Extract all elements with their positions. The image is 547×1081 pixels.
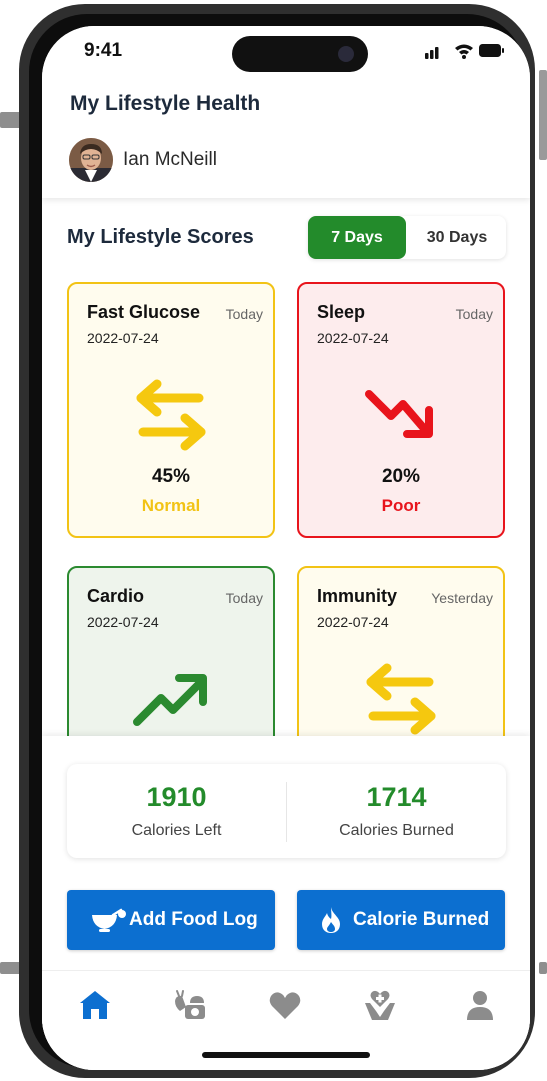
- card-status: Normal: [141, 496, 201, 515]
- card-status: Poor: [381, 496, 421, 515]
- food-bowl-icon: [92, 908, 126, 932]
- section-title: My Lifestyle Scores: [67, 226, 254, 248]
- status-time: 9:41: [84, 40, 123, 61]
- card-title: Fast Glucose: [87, 302, 201, 322]
- health-hands-icon[interactable]: [362, 987, 398, 1023]
- score-card-fast-glucose[interactable]: Fast Glucose Today 2022-07-24 45% Normal: [67, 282, 275, 538]
- card-date: 2022-07-24: [87, 614, 159, 630]
- power-button: [539, 70, 547, 160]
- calorie-burned-label: Calorie Burned: [353, 909, 490, 930]
- page-title: My Lifestyle Health: [70, 92, 261, 115]
- range-toggle: 7 Days 30 Days: [308, 216, 506, 259]
- card-when: Today: [455, 306, 493, 322]
- card-when: Yesterday: [431, 590, 493, 606]
- calories-burned-label: Calories Burned: [339, 822, 454, 839]
- status-icons: [425, 44, 504, 59]
- calories-summary: 1910 Calories Left 1714 Calories Burned: [67, 764, 506, 858]
- card-when: Today: [225, 306, 263, 322]
- add-food-log-label: Add Food Log: [129, 909, 258, 930]
- range-30-days-button[interactable]: 30 Days: [408, 216, 506, 259]
- profile-icon[interactable]: [462, 987, 498, 1023]
- calories-burned-value: 1714: [366, 782, 427, 812]
- add-food-log-button[interactable]: Add Food Log: [67, 890, 275, 950]
- side-button-lower-right: [539, 962, 547, 974]
- battery-icon: [479, 44, 504, 57]
- signal-icon: [425, 47, 439, 59]
- card-date: 2022-07-24: [317, 330, 389, 346]
- calorie-burned-button[interactable]: Calorie Burned: [297, 890, 505, 950]
- card-when: Today: [225, 590, 263, 606]
- score-card-immunity[interactable]: Immunity Yesterday 2022-07-24: [297, 566, 505, 736]
- avatar-photo-icon: [69, 138, 113, 182]
- score-card-cardio[interactable]: Cardio Today 2022-07-24: [67, 566, 275, 736]
- card-title: Immunity: [317, 586, 398, 606]
- wifi-icon: [455, 44, 473, 59]
- calories-burned: 1714 Calories Burned: [287, 764, 506, 858]
- trend-down-icon: [365, 390, 433, 438]
- range-7-days-button[interactable]: 7 Days: [308, 216, 406, 259]
- card-percent: 20%: [381, 466, 421, 487]
- nutrition-scale-icon[interactable]: [172, 987, 208, 1023]
- scores-section[interactable]: My Lifestyle Scores 7 Days 30 Days Fast …: [42, 198, 530, 736]
- calories-left-value: 1910: [146, 782, 207, 812]
- home-icon[interactable]: [77, 987, 113, 1023]
- camera-icon: [338, 46, 354, 62]
- bottom-panel: 1910 Calories Left 1714 Calories Burned …: [42, 736, 530, 1070]
- trend-up-icon: [133, 674, 207, 726]
- flame-icon: [322, 907, 340, 933]
- user-name: Ian McNeill: [123, 149, 217, 170]
- calories-left-label: Calories Left: [131, 822, 222, 839]
- heart-icon[interactable]: [267, 987, 303, 1023]
- card-percent: 45%: [151, 466, 191, 487]
- card-date: 2022-07-24: [87, 330, 159, 346]
- swap-arrows-icon: [136, 379, 206, 451]
- calories-left: 1910 Calories Left: [67, 764, 286, 858]
- dynamic-island: [232, 36, 368, 72]
- card-title: Cardio: [87, 586, 145, 606]
- home-indicator[interactable]: [202, 1052, 370, 1058]
- avatar[interactable]: [69, 138, 113, 182]
- score-card-sleep[interactable]: Sleep Today 2022-07-24 20% Poor: [297, 282, 505, 538]
- card-title: Sleep: [317, 302, 366, 322]
- app-screen: 9:41 My Lifestyle Health Ian McNeill My …: [42, 26, 530, 1070]
- card-date: 2022-07-24: [317, 614, 389, 630]
- app-header: 9:41 My Lifestyle Health Ian McNeill: [42, 26, 530, 198]
- swap-arrows-icon: [366, 663, 436, 735]
